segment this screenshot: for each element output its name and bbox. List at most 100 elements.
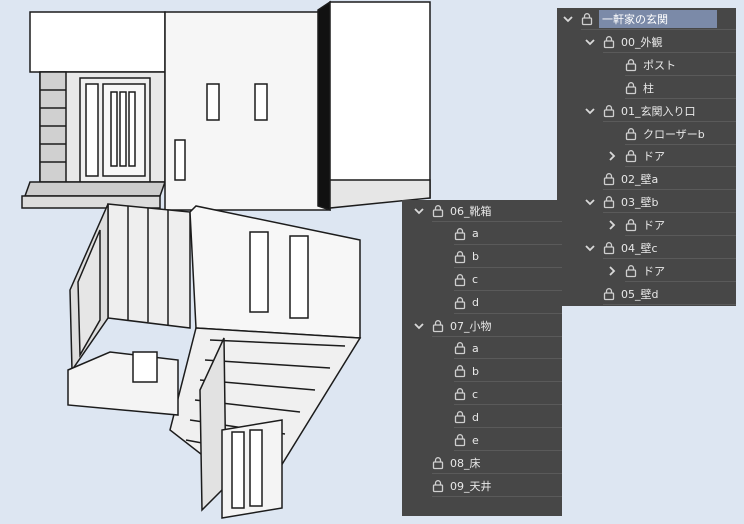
layer-row[interactable]: d (402, 292, 562, 314)
lock-icon[interactable] (431, 456, 445, 470)
row-divider (625, 74, 736, 76)
layer-row[interactable]: 一軒家の玄関 (557, 8, 736, 30)
layer-label: c (472, 387, 479, 401)
chevron-right-icon[interactable] (605, 218, 619, 232)
layer-row[interactable]: ドア (557, 145, 736, 168)
layer-label: 02_壁a (621, 173, 659, 187)
chevron-down-icon[interactable] (583, 35, 597, 49)
lock-icon[interactable] (431, 319, 445, 333)
layer-row[interactable]: 08_床 (402, 452, 562, 474)
layer-row[interactable]: クローザーb (557, 123, 736, 145)
layer-row[interactable]: ポスト (557, 54, 736, 76)
chevron-down-icon[interactable] (412, 319, 426, 333)
layer-label: 01_玄関入り口 (621, 104, 696, 118)
chevron-down-icon[interactable] (583, 104, 597, 118)
row-divider (454, 289, 562, 291)
layer-row[interactable]: 09_天井 (402, 475, 562, 497)
layer-label: d (472, 296, 479, 310)
lock-icon[interactable] (453, 296, 467, 310)
layer-label: e (472, 433, 479, 447)
lock-icon[interactable] (602, 172, 616, 186)
lock-icon[interactable] (580, 12, 594, 26)
row-divider (454, 243, 562, 245)
lock-icon[interactable] (453, 227, 467, 241)
lock-icon[interactable] (602, 35, 616, 49)
lock-icon[interactable] (624, 149, 638, 163)
exterior-view (21, 0, 431, 212)
chevron-down-icon[interactable] (583, 195, 597, 209)
layer-label: a (472, 227, 479, 241)
row-divider (454, 381, 562, 383)
chevron-right-icon[interactable] (605, 264, 619, 278)
lock-icon[interactable] (453, 341, 467, 355)
lock-icon[interactable] (602, 104, 616, 118)
lock-icon[interactable] (624, 81, 638, 95)
lock-icon[interactable] (453, 433, 467, 447)
lock-icon[interactable] (453, 250, 467, 264)
row-divider (432, 495, 562, 497)
lock-icon[interactable] (624, 218, 638, 232)
layer-label: 09_天井 (450, 479, 492, 493)
lock-icon[interactable] (453, 364, 467, 378)
lock-icon[interactable] (624, 58, 638, 72)
lock-icon[interactable] (453, 387, 467, 401)
row-divider (625, 97, 736, 99)
row-divider (625, 280, 736, 282)
layer-row[interactable]: c (402, 269, 562, 291)
layer-row[interactable]: 柱 (557, 77, 736, 99)
layer-row[interactable]: a (402, 337, 562, 360)
chevron-right-icon[interactable] (605, 149, 619, 163)
layer-row[interactable]: b (402, 360, 562, 383)
chevron-down-icon[interactable] (412, 204, 426, 218)
layer-row[interactable]: 03_壁b (557, 191, 736, 214)
row-divider (454, 450, 562, 451)
lock-icon[interactable] (453, 410, 467, 424)
layer-label: d (472, 410, 479, 424)
lock-icon[interactable] (602, 195, 616, 209)
row-divider (625, 143, 736, 145)
lock-icon[interactable] (602, 241, 616, 255)
layer-row[interactable]: 04_壁c (557, 237, 736, 259)
layer-label: ドア (643, 219, 665, 233)
chevron-down-icon[interactable] (561, 12, 575, 26)
layer-row[interactable]: 06_靴箱 (402, 200, 562, 222)
row-divider (603, 120, 736, 122)
chevron-down-icon[interactable] (583, 241, 597, 255)
lock-icon[interactable] (624, 127, 638, 141)
lock-icon[interactable] (453, 273, 467, 287)
row-divider (454, 266, 562, 268)
layer-row[interactable]: 00_外観 (557, 31, 736, 53)
layer-panel-sub: 06_靴箱 a b c d 07_小物 a b c d e 08_床 09_天井 (402, 200, 562, 516)
layer-row[interactable]: 05_壁d (557, 283, 736, 305)
row-divider (603, 212, 736, 214)
layer-label: 柱 (643, 81, 654, 95)
layer-row[interactable]: 01_玄関入り口 (557, 100, 736, 122)
layer-row[interactable]: b (402, 246, 562, 268)
layer-row[interactable]: a (402, 223, 562, 245)
layer-row[interactable]: c (402, 383, 562, 406)
interior-view (67, 203, 362, 519)
lock-icon[interactable] (431, 479, 445, 493)
layer-row[interactable]: ドア (557, 260, 736, 282)
row-divider (603, 189, 736, 191)
row-divider (603, 303, 736, 305)
lock-icon[interactable] (602, 287, 616, 301)
row-divider (625, 235, 736, 237)
lock-icon[interactable] (431, 204, 445, 218)
layer-row[interactable]: e (402, 429, 562, 451)
row-divider (432, 472, 562, 474)
layer-row[interactable]: d (402, 406, 562, 429)
lock-icon[interactable] (624, 264, 638, 278)
layer-row[interactable]: 07_小物 (402, 315, 562, 337)
layer-row[interactable]: 02_壁a (557, 168, 736, 191)
layer-row[interactable]: ドア (557, 214, 736, 237)
